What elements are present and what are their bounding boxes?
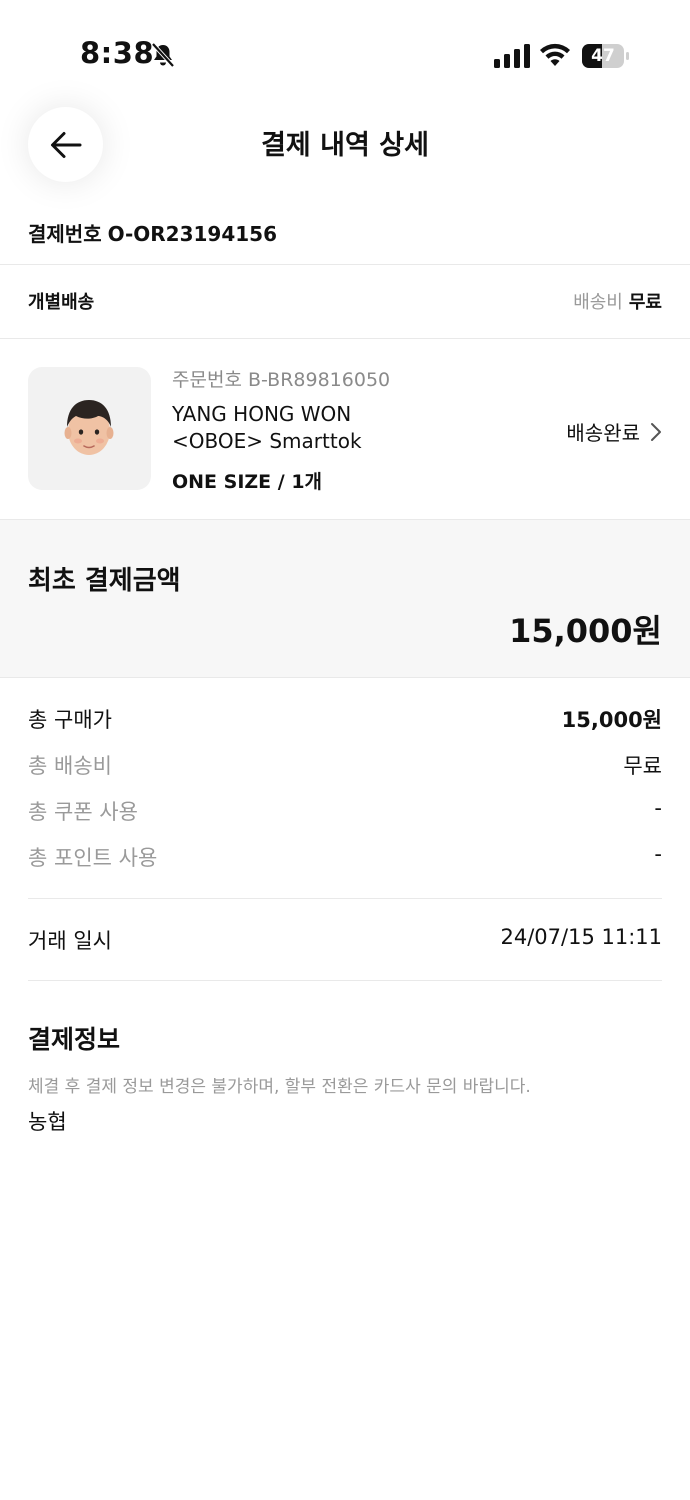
divider	[0, 677, 690, 678]
product-image	[64, 400, 114, 455]
page-title: 결제 내역 상세	[261, 130, 429, 161]
cellular-signal-icon	[494, 44, 530, 68]
chevron-right-icon	[651, 422, 661, 441]
initial-total-section: 최초 결제금액 15,000원	[0, 520, 690, 677]
divider	[28, 980, 662, 981]
shipping-row: 개별배송 배송비 무료	[28, 288, 662, 314]
bell-slash-icon	[151, 42, 175, 68]
shipping-fee-value: 무료	[628, 292, 662, 313]
battery-icon: 47	[582, 44, 630, 68]
initial-total-amount: 15,000원	[509, 612, 662, 650]
delivery-status-link[interactable]: 배송완료	[566, 417, 662, 446]
battery-level: 47	[591, 46, 615, 66]
wifi-icon	[540, 43, 570, 66]
payment-number-value: O-OR23194156	[107, 222, 278, 246]
summary-label: 총 배송비	[28, 754, 112, 778]
product-name-line-2: <OBOE> Smarttok	[172, 429, 362, 453]
divider	[0, 338, 690, 339]
summary-label: 총 쿠폰 사용	[28, 800, 138, 824]
product-thumbnail[interactable]	[28, 367, 151, 490]
bank-name: 농협	[28, 1110, 67, 1134]
divider	[0, 264, 690, 265]
payment-info-title: 결제정보	[28, 1025, 121, 1054]
delivery-status: 배송완료	[566, 421, 640, 445]
transaction-date-label: 거래 일시	[28, 929, 112, 953]
order-number: 주문번호 B-BR89816050	[172, 369, 391, 391]
summary-value: -	[654, 796, 662, 820]
status-bar: 8:38 47	[0, 0, 690, 110]
shipping-fee-label: 배송비	[573, 292, 623, 313]
product-name-line-1: YANG HONG WON	[172, 402, 352, 426]
transaction-date-value: 24/07/15 11:11	[500, 925, 662, 949]
summary-value: 15,000원	[561, 708, 662, 732]
summary-label: 총 포인트 사용	[28, 846, 158, 870]
summary-label: 총 구매가	[28, 708, 112, 732]
summary-row-points: 총 포인트 사용 -	[28, 842, 662, 872]
payment-number: 결제번호 O-OR23194156	[28, 218, 277, 247]
summary-value: -	[654, 842, 662, 866]
summary-row-total-price: 총 구매가 15,000원	[28, 704, 662, 734]
product-option: ONE SIZE / 1개	[172, 471, 323, 493]
payment-info-note: 체결 후 결제 정보 변경은 불가하며, 할부 전환은 카드사 문의 바랍니다.	[28, 1077, 531, 1097]
summary-row-shipping: 총 배송비 무료	[28, 750, 662, 780]
shipping-fee: 배송비 무료	[573, 288, 662, 314]
summary-value: 무료	[623, 754, 662, 778]
divider	[28, 898, 662, 899]
product-info: 주문번호 B-BR89816050 YANG HONG WON <OBOE> S…	[172, 367, 532, 494]
product-name: YANG HONG WON <OBOE> Smarttok	[172, 401, 532, 455]
divider	[0, 519, 690, 520]
shipping-type: 개별배송	[28, 292, 95, 313]
payment-number-label: 결제번호	[28, 222, 102, 246]
clock: 8:38	[80, 36, 155, 70]
transaction-date-row: 거래 일시 24/07/15 11:11	[28, 925, 662, 955]
product-item[interactable]: 주문번호 B-BR89816050 YANG HONG WON <OBOE> S…	[28, 367, 662, 494]
initial-total-title: 최초 결제금액	[28, 566, 181, 596]
summary-row-coupon: 총 쿠폰 사용 -	[28, 796, 662, 826]
